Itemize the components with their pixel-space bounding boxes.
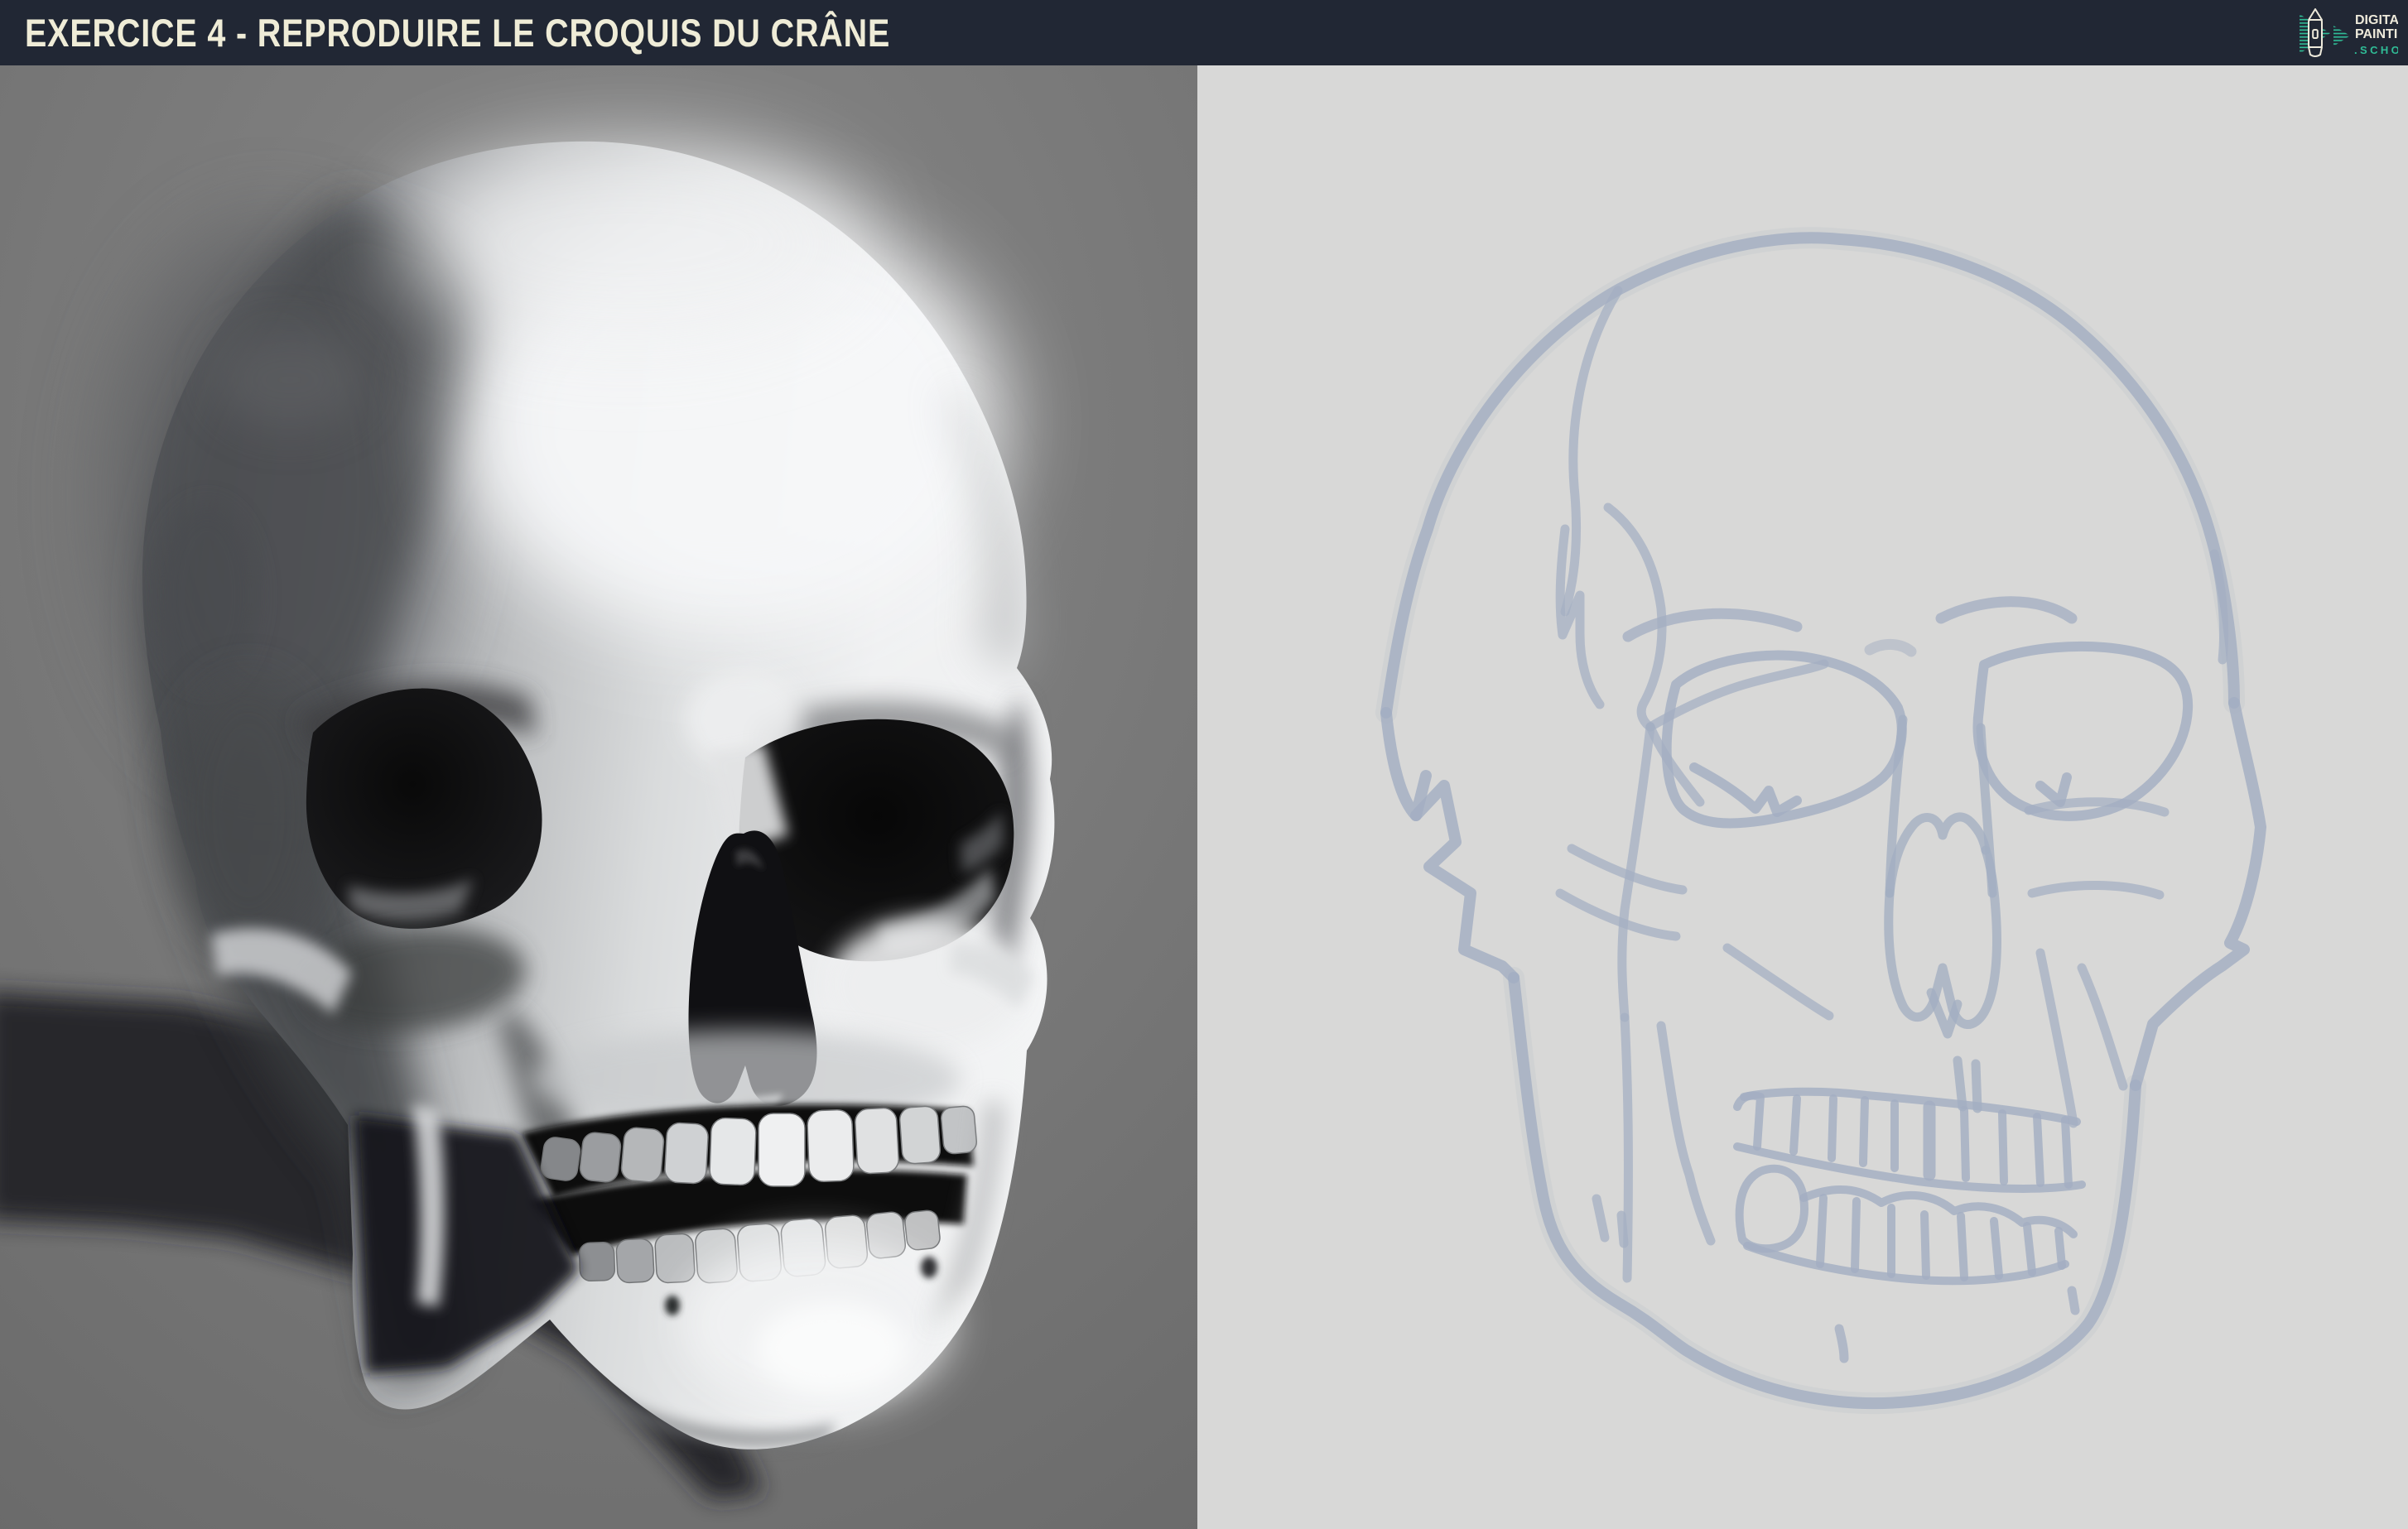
skull-3d-render xyxy=(0,65,1197,1529)
mental-foramen-left xyxy=(665,1296,680,1315)
page-title: EXERCICE 4 - REPRODUIRE LE CROQUIS DU CR… xyxy=(25,11,891,55)
logo-line1: DIGITAL xyxy=(2355,13,2398,27)
skull-sketch-drawing xyxy=(1197,65,2408,1529)
logo-line2: PAINTING xyxy=(2355,27,2398,41)
chin-highlight-core xyxy=(756,1302,908,1395)
skull-sketch-panel xyxy=(1197,65,2408,1529)
stylus-pen-icon xyxy=(2308,7,2323,57)
chin-dash-left xyxy=(1834,1324,1849,1363)
header-bar: EXERCICE 4 - REPRODUIRE LE CROQUIS DU CR… xyxy=(0,0,2408,65)
temporal-rough-3 xyxy=(174,678,323,943)
lesson-slide: EXERCICE 4 - REPRODUIRE LE CROQUIS DU CR… xyxy=(0,0,2408,1529)
digital-painting-school-logo: DIGITAL PAINTING .SCHOOL xyxy=(2300,7,2398,57)
logo-triangles-icon xyxy=(2300,13,2350,54)
skull-3d-reference-panel xyxy=(0,65,1197,1529)
chin-dash-right xyxy=(2067,1286,2080,1315)
mental-foramen-right xyxy=(921,1257,937,1278)
temporal-rough-1 xyxy=(157,504,257,686)
sketch-canvas xyxy=(1197,65,2408,1529)
logo-line3: .SCHOOL xyxy=(2354,44,2398,56)
philtrum-dash-2 xyxy=(1971,1059,1982,1113)
crown-highlight xyxy=(397,144,861,343)
ramus-dash-2 xyxy=(1616,1210,1629,1248)
philtrum-dash-1 xyxy=(1953,1055,1967,1112)
temporal-rough-2 xyxy=(215,330,364,430)
